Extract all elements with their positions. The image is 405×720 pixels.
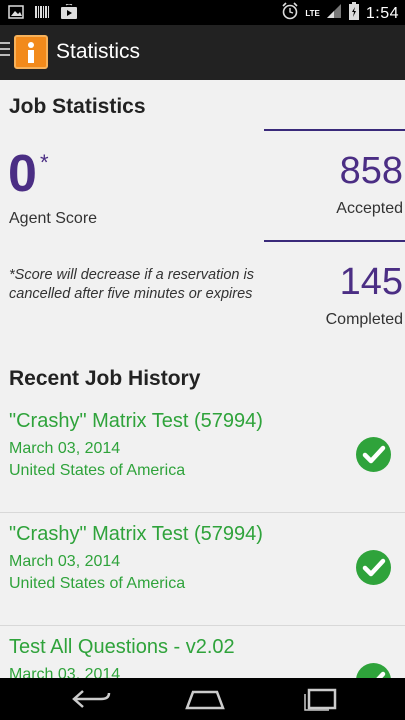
barcode-icon (34, 4, 50, 25)
agent-score-marker: * (40, 150, 49, 175)
job-date: March 03, 2014 (9, 440, 121, 457)
battery-icon (348, 2, 360, 25)
recent-apps-icon[interactable] (297, 686, 345, 712)
home-icon[interactable] (181, 686, 229, 712)
alarm-icon (281, 2, 299, 25)
check-circle-icon (356, 437, 391, 472)
navigation-bar (0, 678, 405, 720)
recent-job-history-heading: Recent Job History (9, 367, 201, 390)
job-list-item[interactable]: Test All Questions - v2.02 March 03, 201… (0, 626, 405, 678)
divider (264, 240, 405, 242)
network-type: LTE (305, 9, 320, 18)
job-country: United States of America (9, 575, 186, 592)
clock: 1:54 (365, 4, 399, 22)
job-title: "Crashy" Matrix Test (57994) (9, 410, 263, 432)
action-bar: Statistics (0, 25, 405, 80)
signal-icon (326, 3, 342, 24)
completed-value: 145 (339, 261, 403, 303)
back-icon[interactable] (67, 686, 115, 712)
main-content: Job Statistics 0 * Agent Score *Score wi… (0, 80, 405, 678)
completed-label: Completed (325, 311, 403, 328)
job-title: Test All Questions - v2.02 (9, 636, 235, 658)
job-date: March 03, 2014 (9, 666, 121, 678)
agent-score-value: 0 (8, 145, 37, 203)
job-statistics-heading: Job Statistics (9, 95, 146, 118)
drawer-indicator-icon[interactable] (0, 42, 10, 62)
job-country: United States of America (9, 462, 186, 479)
job-date: March 03, 2014 (9, 553, 121, 570)
image-icon (8, 4, 24, 25)
accepted-label: Accepted (336, 200, 403, 217)
job-list-item[interactable]: "Crashy" Matrix Test (57994) March 03, 2… (0, 513, 405, 626)
job-title: "Crashy" Matrix Test (57994) (9, 523, 263, 545)
accepted-value: 858 (339, 150, 403, 192)
info-app-icon[interactable] (14, 35, 48, 69)
job-list-item[interactable]: "Crashy" Matrix Test (57994) March 03, 2… (0, 400, 405, 513)
divider (264, 129, 405, 131)
score-note: *Score will decrease if a reservation is… (9, 267, 254, 302)
check-circle-icon (356, 663, 391, 678)
check-circle-icon (356, 550, 391, 585)
page-title: Statistics (56, 40, 141, 63)
agent-score-label: Agent Score (9, 210, 98, 227)
play-store-icon (60, 3, 78, 25)
status-bar: LTE 1:54 (0, 0, 405, 25)
